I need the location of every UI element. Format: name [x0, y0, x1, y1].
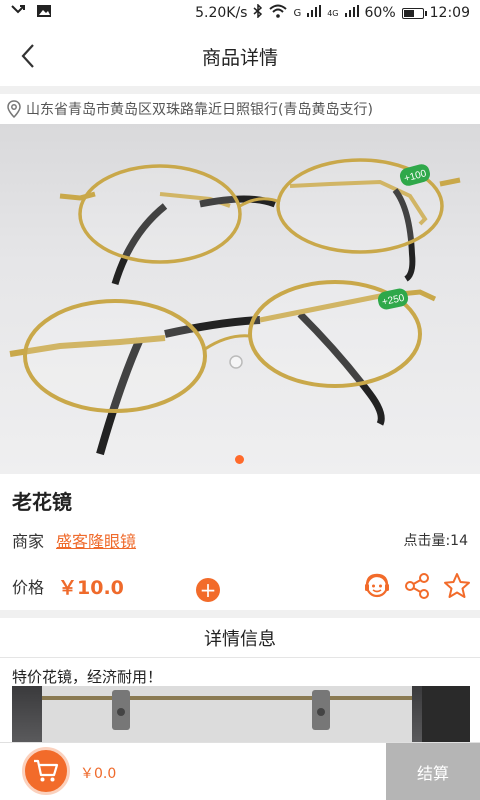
address-bar[interactable]: 山东省青岛市黄岛区双珠路靠近日照银行(青岛黄岛支行) — [0, 94, 480, 124]
status-bar: 5.20K/s G 4G 60% 12:09 — [0, 0, 480, 26]
product-image-carousel[interactable]: +100 +250 — [0, 124, 480, 474]
share-button[interactable] — [402, 571, 432, 601]
clock: 12:09 — [429, 5, 470, 21]
favorite-button[interactable] — [442, 571, 472, 601]
merchant-label: 商家 — [12, 532, 45, 551]
bottom-bar: ￥0.0 结算 — [0, 742, 480, 800]
network-speed: 5.20K/s — [195, 5, 248, 21]
customer-service-icon — [365, 573, 389, 598]
star-icon — [444, 573, 470, 598]
page-title: 商品详情 — [201, 46, 278, 69]
glasses-top: +100 — [59, 158, 461, 286]
checkout-button[interactable]: 结算 — [386, 743, 480, 800]
carousel-dot-active[interactable] — [235, 455, 244, 464]
wifi-icon — [269, 4, 288, 22]
back-arrow-icon — [21, 44, 34, 68]
cart-button[interactable] — [22, 747, 70, 795]
image-notification-icon — [36, 4, 52, 22]
detail-description: 特价花镜，经济耐用！ — [12, 668, 163, 686]
detail-image-content — [42, 686, 470, 742]
signal-label: G — [293, 7, 302, 19]
back-button[interactable] — [12, 40, 44, 72]
customer-service-button[interactable] — [362, 571, 392, 601]
product-detail-page: 5.20K/s G 4G 60% 12:09 商品详情 山东省青岛市黄岛区双珠路… — [0, 0, 480, 800]
address-text: 山东省青岛市黄岛区双珠路靠近日照银行(青岛黄岛支行) — [26, 102, 373, 118]
signal-icon-2 — [344, 5, 359, 21]
detail-section-title: 详情信息 — [0, 618, 480, 658]
cart-total: ￥0.0 — [80, 766, 117, 782]
section-gap — [0, 610, 480, 618]
detail-image — [12, 686, 470, 742]
merchant-row: 商家 盛客隆眼镜 点击量:14 — [12, 528, 468, 552]
location-pin-icon — [7, 100, 21, 118]
status-right: 5.20K/s G 4G 60% 12:09 — [195, 3, 470, 22]
share-icon — [405, 573, 429, 599]
header-divider — [0, 86, 480, 94]
price-label: 价格 — [12, 578, 45, 597]
price-value: ￥10.0 — [58, 576, 124, 599]
signal-icon — [307, 5, 322, 21]
battery-icon — [401, 7, 427, 19]
network-type: 4G — [327, 8, 339, 18]
merchant-link[interactable]: 盛客隆眼镜 — [56, 528, 136, 552]
glasses-illustration: +100 +250 — [9, 158, 461, 456]
missed-call-icon — [10, 4, 28, 22]
product-name: 老花镜 — [12, 490, 72, 514]
cart-icon — [34, 759, 59, 782]
battery-fill — [403, 9, 414, 17]
add-to-cart-button[interactable]: + — [196, 578, 220, 602]
header: 商品详情 — [0, 26, 480, 86]
battery-percent: 60% — [364, 5, 396, 21]
status-left — [10, 4, 52, 22]
bluetooth-icon — [253, 3, 263, 22]
click-count: 点击量:14 — [403, 533, 468, 549]
glasses-bottom: +250 — [9, 280, 437, 456]
